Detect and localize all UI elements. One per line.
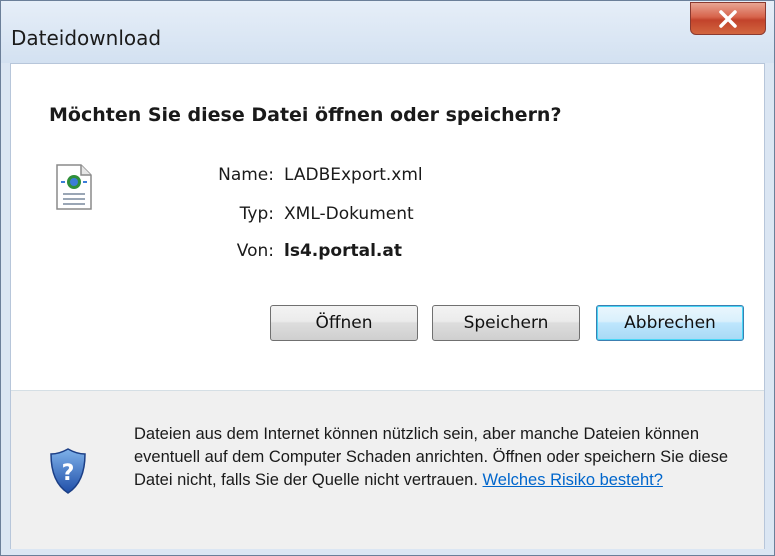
dialog-question: Möchten Sie diese Datei öffnen oder spei… xyxy=(49,104,562,126)
close-button[interactable] xyxy=(690,2,766,35)
name-label: Name: xyxy=(218,165,274,185)
security-warning-text: Dateien aus dem Internet können nützlich… xyxy=(134,423,744,492)
file-download-dialog: Dateidownload Möchten Sie diese Datei öf… xyxy=(0,0,775,556)
title-bar[interactable]: Dateidownload xyxy=(1,1,774,63)
type-label: Typ: xyxy=(239,204,274,224)
security-warning-panel: ? Dateien aus dem Internet können nützli… xyxy=(11,390,764,549)
xml-document-icon xyxy=(56,164,92,210)
close-icon xyxy=(719,9,737,28)
name-value: LADBExport.xml xyxy=(284,165,423,185)
security-shield-icon: ? xyxy=(50,448,86,494)
svg-text:?: ? xyxy=(62,461,75,486)
save-button[interactable]: Speichern xyxy=(432,305,580,341)
type-value: XML-Dokument xyxy=(284,204,414,224)
from-value: ls4.portal.at xyxy=(284,241,402,261)
risk-info-link[interactable]: Welches Risiko besteht? xyxy=(483,471,663,489)
from-label: Von: xyxy=(236,241,274,261)
cancel-button[interactable]: Abbrechen xyxy=(596,305,744,341)
open-button[interactable]: Öffnen xyxy=(270,305,418,341)
dialog-body: Möchten Sie diese Datei öffnen oder spei… xyxy=(10,63,765,549)
window-title: Dateidownload xyxy=(11,26,162,50)
